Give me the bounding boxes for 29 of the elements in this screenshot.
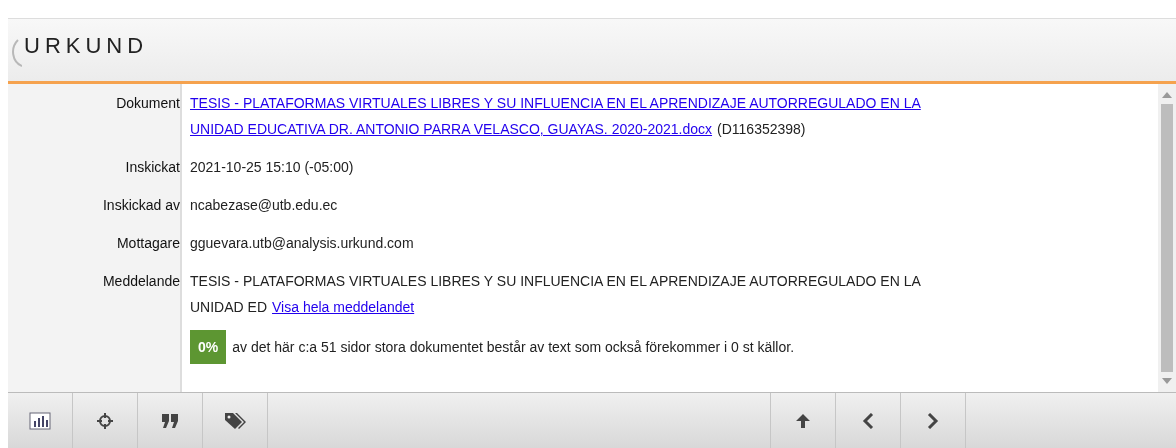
logo-text: URKUND [24, 33, 149, 59]
document-link[interactable]: UNIDAD EDUCATIVA DR. ANTONIO PARRA VELASCO, GUAYAS. 2020-2021.docx [190, 116, 713, 142]
document-id: (D116352398) [717, 120, 806, 139]
field-label: Inskickad av [102, 196, 180, 215]
document-link[interactable]: TESIS - PLATAFORMAS VIRTUALES LIBRES Y SU INFLUENCIA EN EL APRENDIZAJE AUTORREGULADO EN LA [190, 90, 921, 116]
percentage-badge: 0% [190, 330, 227, 364]
bar-chart-icon [29, 411, 51, 430]
field-value: gguevara.utb@analysis.urkund.com [190, 235, 414, 251]
field-value: 2021-10-25 15:10 (-05:00) [190, 159, 354, 175]
scrollbar-thumb[interactable] [1161, 104, 1173, 372]
quote-icon [161, 412, 179, 429]
summary-text: av det här c:a 51 sidor stora dokumentet består av text som också förekommer i 0 st källor. [232, 338, 795, 357]
field-label: Meddelande [102, 272, 180, 291]
scrollbar[interactable] [1158, 84, 1176, 392]
tags-icon [224, 411, 246, 430]
scroll-down-icon[interactable] [1162, 378, 1172, 384]
field-value: ncabezase@utb.edu.ec [190, 197, 338, 213]
chevron-left-icon [862, 412, 874, 429]
up-arrow-icon [795, 412, 811, 429]
show-message-link[interactable]: Visa hela meddelandet [272, 294, 415, 320]
field-label: Dokument [116, 94, 180, 113]
chevron-right-icon [927, 412, 939, 429]
field-label: Mottagare [116, 234, 180, 253]
scroll-up-icon[interactable] [1162, 92, 1172, 98]
message-text: TESIS - PLATAFORMAS VIRTUALES LIBRES Y SU INFLUENCIA EN EL APRENDIZAJE AUTORREGULADO EN LA [190, 272, 921, 291]
field-label: Inskickat [125, 158, 180, 177]
message-text: UNIDAD ED [190, 298, 267, 317]
logo-swoosh-icon [10, 38, 22, 68]
crosshair-icon [96, 411, 114, 430]
